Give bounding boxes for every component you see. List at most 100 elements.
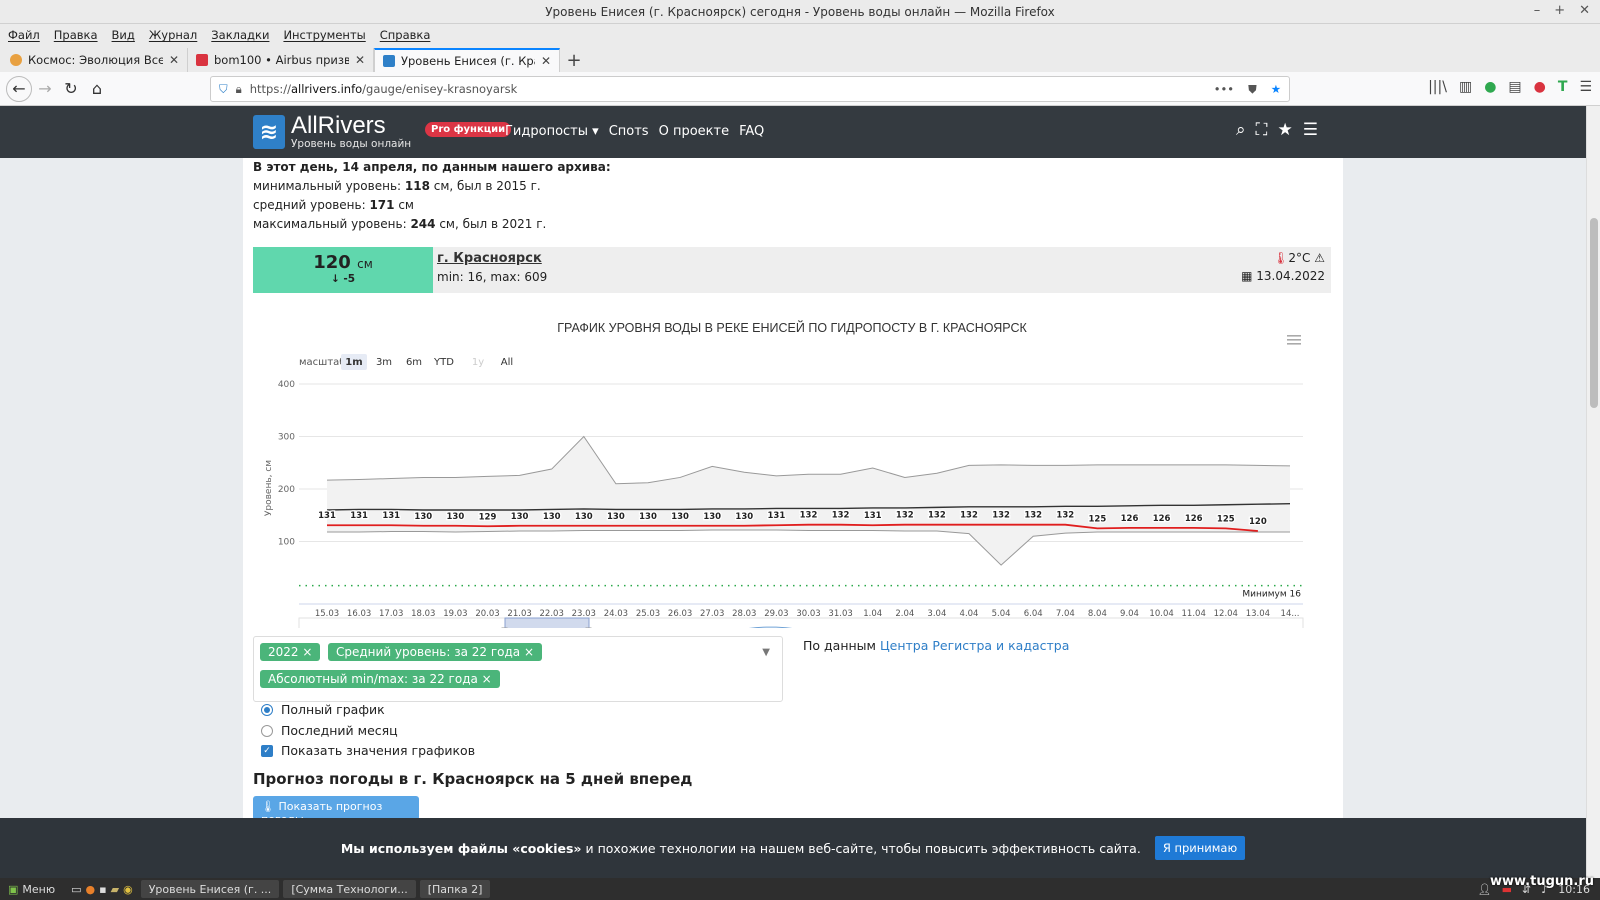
scrollbar-thumb[interactable] [1590, 218, 1598, 408]
extension-red-icon[interactable]: ● [1534, 79, 1546, 95]
favorites-star-icon[interactable]: ★ [1277, 120, 1292, 140]
cookie-accept-button[interactable]: Я принимаю [1154, 836, 1246, 860]
option-full-chart[interactable]: Полный график [261, 700, 475, 721]
water-temp: 2°C [1288, 251, 1311, 265]
search-icon[interactable]: ⌕ [1236, 120, 1246, 140]
data-label-2022: 125 [1089, 514, 1107, 524]
home-icon[interactable]: ⌂ [84, 76, 110, 102]
back-icon[interactable]: ← [6, 75, 32, 102]
hamburger-menu-icon[interactable]: ☰ [1579, 79, 1592, 95]
window-titlebar: Уровень Енисея (г. Красноярск) сегодня -… [0, 0, 1600, 24]
series-chip-minmax[interactable]: Абсолютный min/max: за 22 года × [260, 670, 500, 688]
folder-icon[interactable]: ▰ [111, 883, 119, 896]
tab-label: bom100 • Airbus призвал За [214, 53, 349, 67]
tab-strip: Космос: Эволюция Вселенн ✕ bom100 • Airb… [0, 46, 1600, 72]
menu-icon[interactable]: ☰ [1303, 120, 1318, 140]
data-label-2022: 131 [768, 511, 786, 521]
new-tab-icon[interactable]: + [560, 48, 588, 72]
menu-view[interactable]: Вид [112, 28, 135, 42]
dropdown-caret-icon[interactable]: ▼ [762, 647, 770, 658]
close-window-icon[interactable]: ✕ [1579, 3, 1590, 18]
library-icon[interactable]: |||\ [1428, 79, 1447, 95]
tab-allrivers[interactable]: Уровень Енисея (г. Красноя ✕ [374, 48, 560, 72]
page-actions-icon[interactable]: ••• [1214, 82, 1234, 96]
pocket-icon[interactable]: ⛊ [1248, 82, 1257, 97]
menu-tools[interactable]: Инструменты [283, 28, 365, 42]
forward-icon[interactable]: → [32, 76, 58, 102]
tab-cosmos[interactable]: Космос: Эволюция Вселенн ✕ [2, 48, 188, 72]
tab-bom100[interactable]: bom100 • Airbus призвал За ✕ [188, 48, 374, 72]
chart-menu-icon-bar [1287, 339, 1301, 341]
nav-spots[interactable]: Спотs [609, 124, 649, 139]
desktop-icon[interactable]: ▭ [71, 883, 81, 896]
data-label-2022: 130 [735, 512, 753, 522]
archive-heading: В этот день, 14 апреля, по данным нашего… [253, 160, 611, 174]
gauge-date: 13.04.2022 [1256, 269, 1325, 283]
menu-bookmarks[interactable]: Закладки [211, 28, 269, 42]
y-axis-label: Уровень, см [264, 460, 274, 516]
firefox-icon[interactable]: ● [86, 883, 96, 896]
menu-file[interactable]: Файл [8, 28, 40, 42]
y-tick-label: 100 [278, 538, 295, 548]
station-link[interactable]: г. Красноярск [437, 251, 547, 266]
page-viewport: ≋ AllRivers Уровень воды онлайн Pro функ… [0, 106, 1586, 818]
tab-close-icon[interactable]: ✕ [541, 54, 551, 68]
extension-green-icon[interactable]: ● [1484, 79, 1496, 95]
tab-favicon-icon [383, 55, 395, 67]
calendar-icon: ▦ [1241, 269, 1253, 283]
menu-history[interactable]: Журнал [149, 28, 197, 42]
lock-icon[interactable]: 🔒︎ [236, 82, 242, 97]
nav-faq[interactable]: FAQ [739, 124, 764, 139]
reload-icon[interactable]: ↻ [58, 76, 84, 102]
extension-gray-icon[interactable]: ▤ [1508, 79, 1521, 95]
url-bar[interactable]: ⛉ 🔒︎ https://allrivers.info/gauge/enisey… [210, 76, 1290, 102]
start-menu-button[interactable]: ▣ Меню [0, 878, 63, 900]
tab-label: Космос: Эволюция Вселенн [28, 53, 163, 67]
station-info: г. Красноярск min: 16, max: 609 [437, 251, 547, 284]
map-icon[interactable]: ⛶ [1256, 120, 1268, 140]
data-label-2022: 131 [318, 511, 336, 521]
series-chip-2022[interactable]: 2022 × [260, 643, 321, 661]
minimize-icon[interactable]: – [1534, 3, 1541, 18]
site-logo[interactable]: ≋ AllRivers Уровень воды онлайн [253, 114, 411, 150]
tab-close-icon[interactable]: ✕ [169, 53, 179, 67]
nav-about[interactable]: О проекте [659, 124, 730, 139]
url-text: https://allrivers.info/gauge/enisey-kras… [249, 82, 518, 96]
nav-gauges[interactable]: Гидропосты ▾ [505, 124, 599, 139]
radio-full[interactable] [261, 704, 273, 717]
taskbar-window-folder[interactable]: [Папка 2] [419, 880, 491, 898]
minimum-line-label: Минимум 16 [1242, 590, 1301, 600]
chrome-icon[interactable]: ◉ [123, 883, 133, 896]
menu-edit[interactable]: Правка [54, 28, 98, 42]
shield-icon[interactable]: ⛉ [219, 82, 228, 97]
site-header-icons: ⌕ ⛶ ★ ☰ [1236, 120, 1318, 140]
radio-last-month[interactable] [261, 724, 273, 737]
extension-t-icon[interactable]: T [1558, 79, 1568, 95]
option-show-values[interactable]: ✓ Показать значения графиков [261, 741, 475, 762]
warning-icon[interactable]: ⚠ [1314, 251, 1325, 265]
data-label-2022: 126 [1153, 514, 1171, 524]
gauge-summary: 120 см ↓ -5 г. Красноярск min: 16, max: … [253, 247, 1331, 293]
series-selector[interactable]: 2022 × Средний уровень: за 22 года × Абс… [253, 636, 783, 702]
y-tick-label: 300 [278, 433, 295, 443]
maximize-icon[interactable]: + [1554, 3, 1565, 18]
menubar: Файл Правка Вид Журнал Закладки Инструме… [0, 24, 1600, 46]
bookmark-star-icon[interactable]: ★ [1271, 82, 1281, 96]
source-link[interactable]: Центра Регистра и кадастра [880, 638, 1069, 653]
terminal-icon[interactable]: ▪ [99, 883, 106, 896]
menu-help[interactable]: Справка [380, 28, 431, 42]
page-scrollbar[interactable] [1586, 106, 1600, 878]
pro-badge[interactable]: Pro функции [425, 122, 512, 137]
tab-close-icon[interactable]: ✕ [355, 53, 365, 67]
range-button-3m: 3m [376, 357, 392, 368]
navigator-frame [298, 617, 1304, 649]
range-button-1m: 1m [345, 357, 362, 368]
checkbox-show-values[interactable]: ✓ [261, 745, 273, 758]
toolbar-extensions: |||\ ▥ ● ▤ ● T ☰ [1428, 79, 1592, 95]
show-forecast-button[interactable]: 🌡︎ Показать прогноз погоды [253, 796, 419, 818]
option-last-month[interactable]: Последний месяц [261, 721, 475, 742]
taskbar-window-firefox[interactable]: Уровень Енисея (г. ... [140, 880, 280, 898]
sidebar-icon[interactable]: ▥ [1459, 79, 1472, 95]
series-chip-average[interactable]: Средний уровень: за 22 года × [328, 643, 543, 661]
taskbar-window-doc[interactable]: [Сумма Технологи... [283, 880, 416, 898]
